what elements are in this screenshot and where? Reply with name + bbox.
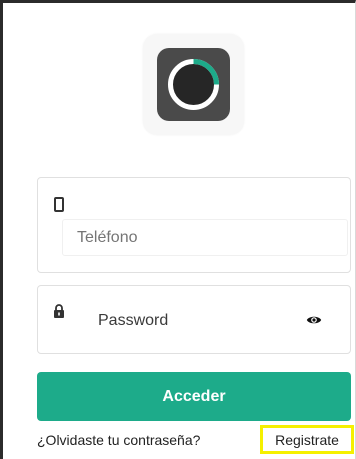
phone-icon — [54, 197, 64, 212]
logo-ring-icon — [168, 59, 219, 110]
register-link[interactable]: Registrate — [260, 425, 354, 454]
eye-icon[interactable] — [306, 314, 322, 326]
phone-field — [37, 177, 351, 273]
password-input[interactable] — [86, 304, 310, 338]
phone-input[interactable] — [62, 219, 348, 256]
forgot-password-link[interactable]: ¿Olvidaste tu contraseña? — [37, 431, 200, 449]
app-logo — [143, 34, 244, 135]
login-button[interactable]: Acceder — [37, 372, 351, 421]
password-field — [37, 285, 351, 354]
lock-icon — [54, 304, 64, 318]
logo-tile — [157, 48, 230, 121]
